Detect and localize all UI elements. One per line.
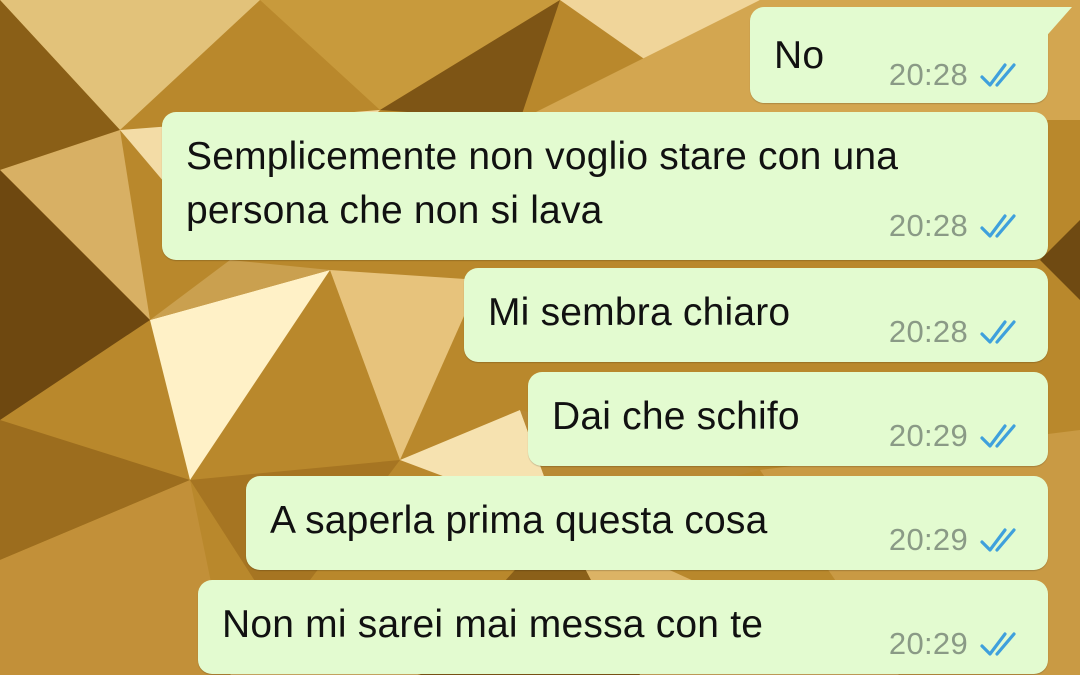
message-text: Mi sembra chiaro xyxy=(488,291,791,334)
double-check-read-icon xyxy=(980,424,1016,448)
message-time: 20:29 xyxy=(888,522,968,557)
message-bubble[interactable]: Semplicemente non voglio stare con una p… xyxy=(162,112,1048,260)
message-text: Non mi sarei mai messa con te xyxy=(222,603,764,646)
message-bubble[interactable]: Non mi sarei mai messa con te 20:29 xyxy=(198,580,1048,674)
message-bubble[interactable]: Mi sembra chiaro 20:28 xyxy=(464,268,1048,362)
message-meta: 20:28 xyxy=(889,314,1026,350)
message-bubble[interactable]: No 20:28 xyxy=(750,7,1048,103)
message-text: A saperla prima questa cosa xyxy=(270,499,768,542)
message-time: 20:28 xyxy=(888,208,968,243)
message-meta: 20:29 xyxy=(889,522,1026,558)
message-bubble[interactable]: Dai che schifo 20:29 xyxy=(528,372,1048,466)
message-list: No 20:28 Semplicemente non voglio stare … xyxy=(0,0,1080,675)
message-time: 20:28 xyxy=(888,57,968,92)
double-check-read-icon xyxy=(980,63,1016,87)
double-check-read-icon xyxy=(980,320,1016,344)
message-text: No xyxy=(774,34,825,77)
double-check-read-icon xyxy=(980,214,1016,238)
message-meta: 20:29 xyxy=(889,418,1026,454)
message-meta: 20:28 xyxy=(889,208,1026,244)
message-meta: 20:28 xyxy=(889,57,1026,93)
double-check-read-icon xyxy=(980,632,1016,656)
message-time: 20:28 xyxy=(888,314,968,349)
message-text: Semplicemente non voglio stare con una p… xyxy=(186,135,899,232)
message-meta: 20:29 xyxy=(889,626,1026,662)
message-text: Dai che schifo xyxy=(552,395,800,438)
message-bubble[interactable]: A saperla prima questa cosa 20:29 xyxy=(246,476,1048,570)
message-time: 20:29 xyxy=(888,626,968,661)
message-time: 20:29 xyxy=(888,418,968,453)
double-check-read-icon xyxy=(980,528,1016,552)
bubble-tail xyxy=(1012,7,1072,41)
